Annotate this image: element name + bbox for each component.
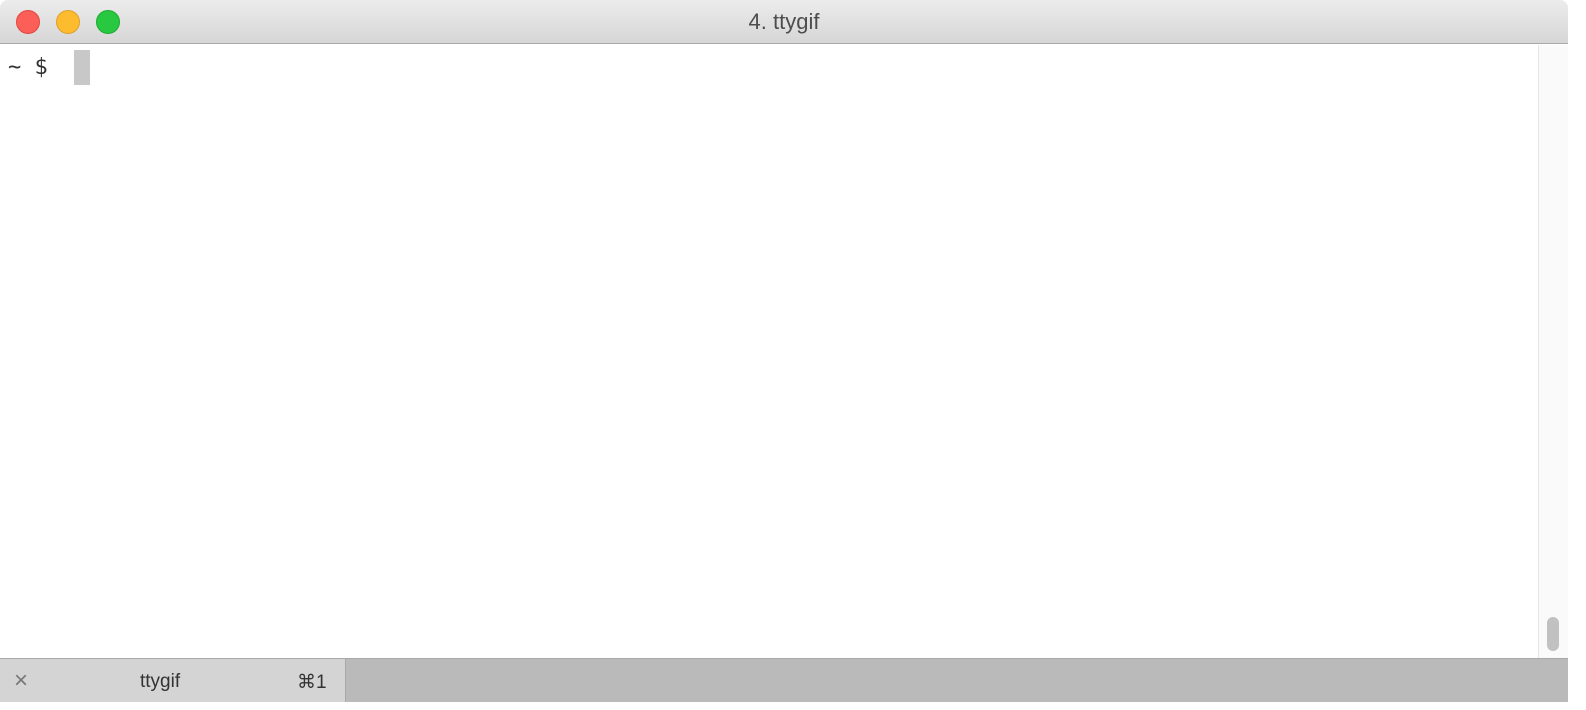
text-cursor (74, 50, 90, 85)
tab-shortcut: ⌘1 (297, 672, 327, 693)
tab-ttygif[interactable]: × ttygif ⌘1 (0, 659, 346, 702)
scrollbar[interactable] (1538, 45, 1568, 658)
shell-prompt: ~ $ (8, 55, 48, 80)
title-bar: 4. ttygif (0, 0, 1568, 44)
window-title: 4. ttygif (748, 9, 820, 34)
tab-label: ttygif (140, 671, 181, 692)
terminal-area[interactable]: ~ $ (0, 45, 1538, 658)
scrollbar-thumb[interactable] (1547, 617, 1559, 651)
close-tab-icon[interactable]: × (14, 669, 28, 693)
tab-bar: × ttygif ⌘1 (0, 658, 1568, 702)
